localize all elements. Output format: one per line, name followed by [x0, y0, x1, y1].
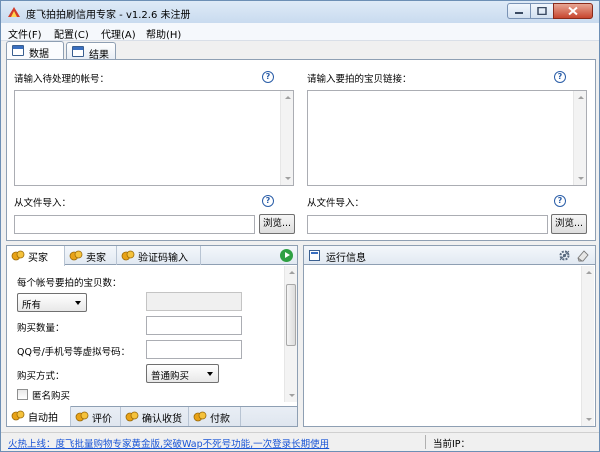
- items-count-select[interactable]: 所有: [17, 293, 87, 312]
- window-controls: [507, 3, 593, 19]
- maximize-icon: [537, 7, 547, 15]
- items-per-account-label: 每个帐号要拍的宝贝数：: [17, 278, 122, 289]
- minimize-button[interactable]: [507, 3, 531, 19]
- links-textarea[interactable]: [307, 90, 587, 186]
- import-left-path-input[interactable]: [14, 215, 255, 234]
- items-count-value: 所有: [22, 300, 42, 311]
- scroll-up-icon[interactable]: [285, 96, 291, 99]
- results-tab-icon: [72, 46, 84, 57]
- quantity-input[interactable]: [146, 316, 242, 335]
- tab-data-label: 数据: [29, 49, 49, 60]
- log-scrollbar[interactable]: [581, 266, 594, 426]
- dropdown-arrow-icon: [207, 372, 213, 376]
- tab-review-label: 评价: [92, 414, 112, 425]
- links-scrollbar[interactable]: [573, 91, 586, 185]
- log-panel-header: 运行信息: [304, 246, 595, 265]
- coins-icon: [121, 250, 135, 261]
- browse-left-button[interactable]: 浏览...: [259, 214, 295, 234]
- app-window: 度飞拍拍刷信用专家 - v1.2.6 未注册 文件(F) 配置(C) 代理(A)…: [0, 0, 600, 452]
- log-window-icon: [309, 250, 320, 261]
- buyer-panel: 买家 卖家 验证码输入 每个帐号要拍的宝贝数： 所有 购买数量： QQ号/手机号…: [6, 245, 298, 427]
- status-divider: [425, 435, 426, 449]
- coins-icon: [193, 411, 207, 422]
- data-tab-icon: [12, 45, 24, 56]
- scroll-down-icon[interactable]: [578, 177, 584, 180]
- menu-config[interactable]: 配置(C): [54, 26, 89, 41]
- virtual-number-input[interactable]: [146, 340, 242, 359]
- tab-captcha[interactable]: 验证码输入: [117, 246, 201, 265]
- links-help-icon[interactable]: ?: [554, 71, 566, 83]
- menu-proxy[interactable]: 代理(A): [101, 26, 136, 41]
- promo-link[interactable]: 火热上线：度飞批量购物专家黄金版,突破Wap不死号功能,一次登录长期使用: [8, 436, 329, 450]
- coins-icon: [75, 411, 89, 422]
- scroll-up-icon[interactable]: [289, 271, 295, 274]
- start-play-icon[interactable]: [280, 249, 293, 262]
- anonymous-label: 匿名购买: [32, 391, 71, 402]
- tab-captcha-label: 验证码输入: [138, 253, 188, 264]
- coins-icon: [125, 411, 139, 422]
- purchase-method-value: 普通购买: [151, 371, 190, 382]
- import-left-label: 从文件导入：: [14, 198, 72, 209]
- scroll-down-icon[interactable]: [586, 418, 592, 421]
- dropdown-arrow-icon: [75, 301, 81, 305]
- import-left-help-icon[interactable]: ?: [262, 195, 274, 207]
- tab-results[interactable]: 结果: [66, 42, 116, 61]
- accounts-label: 请输入待处理的帐号：: [14, 74, 110, 85]
- coins-icon: [11, 410, 25, 421]
- links-label: 请输入要拍的宝贝链接：: [307, 74, 412, 85]
- tab-seller[interactable]: 卖家: [65, 246, 117, 265]
- purchase-method-label: 购买方式：: [17, 371, 65, 382]
- maximize-button[interactable]: [530, 3, 554, 19]
- data-panel: 请输入待处理的帐号： ? 请输入要拍的宝贝链接： ? 从文件导入： ? 从文件导…: [6, 59, 596, 241]
- log-panel-title: 运行信息: [326, 253, 366, 264]
- current-ip-label: 当前IP：: [433, 439, 471, 450]
- anonymous-checkbox[interactable]: [17, 389, 28, 400]
- tab-auto-buy-label: 自动拍: [28, 413, 58, 424]
- action-tab-strip: 自动拍 评价 确认收货 付款: [7, 406, 297, 426]
- accounts-help-icon[interactable]: ?: [262, 71, 274, 83]
- scroll-down-icon[interactable]: [285, 177, 291, 180]
- minimize-icon: [515, 12, 523, 14]
- tab-confirm-receipt-label: 确认收货: [142, 414, 182, 425]
- scroll-up-icon[interactable]: [586, 271, 592, 274]
- tab-buyer-label: 买家: [28, 253, 48, 264]
- tab-payment-label: 付款: [210, 414, 230, 425]
- browse-right-button[interactable]: 浏览...: [551, 214, 587, 234]
- close-button[interactable]: [553, 3, 593, 19]
- tab-confirm-receipt[interactable]: 确认收货: [121, 407, 189, 426]
- tab-buyer[interactable]: 买家: [7, 246, 65, 266]
- coins-icon: [69, 250, 83, 261]
- title-bar[interactable]: 度飞拍拍刷信用专家 - v1.2.6 未注册: [1, 1, 599, 23]
- clear-log-icon[interactable]: [576, 249, 590, 262]
- scroll-up-icon[interactable]: [578, 96, 584, 99]
- accounts-scrollbar[interactable]: [280, 91, 293, 185]
- accounts-textarea[interactable]: [14, 90, 294, 186]
- buyer-form-scrollbar[interactable]: [284, 266, 297, 402]
- close-icon: [568, 6, 578, 16]
- import-right-label: 从文件导入：: [307, 198, 365, 209]
- items-count-input: [146, 292, 242, 311]
- import-right-help-icon[interactable]: ?: [554, 195, 566, 207]
- window-title: 度飞拍拍刷信用专家 - v1.2.6 未注册: [26, 10, 191, 21]
- app-logo-icon: [8, 7, 20, 17]
- status-bar: 火热上线：度飞批量购物专家黄金版,突破Wap不死号功能,一次登录长期使用 当前I…: [1, 432, 599, 451]
- virtual-number-label: QQ号/手机号等虚拟号码：: [17, 347, 131, 358]
- coins-icon: [11, 250, 25, 261]
- menu-help[interactable]: 帮助(H): [146, 26, 181, 41]
- buyer-tab-strip: 买家 卖家 验证码输入: [7, 246, 297, 266]
- menu-file[interactable]: 文件(F): [8, 26, 42, 41]
- purchase-method-select[interactable]: 普通购买: [146, 364, 219, 383]
- tab-review[interactable]: 评价: [71, 407, 121, 426]
- import-right-path-input[interactable]: [307, 215, 548, 234]
- quantity-label: 购买数量：: [17, 323, 65, 334]
- scroll-thumb[interactable]: [286, 284, 296, 346]
- settings-icon[interactable]: [558, 249, 571, 262]
- tab-seller-label: 卖家: [86, 253, 106, 264]
- tab-auto-buy[interactable]: 自动拍: [7, 406, 71, 426]
- tab-data[interactable]: 数据: [6, 41, 64, 60]
- log-panel: 运行信息: [303, 245, 596, 427]
- menu-bar: 文件(F) 配置(C) 代理(A) 帮助(H): [1, 23, 599, 41]
- tab-payment[interactable]: 付款: [189, 407, 241, 426]
- scroll-down-icon[interactable]: [289, 394, 295, 397]
